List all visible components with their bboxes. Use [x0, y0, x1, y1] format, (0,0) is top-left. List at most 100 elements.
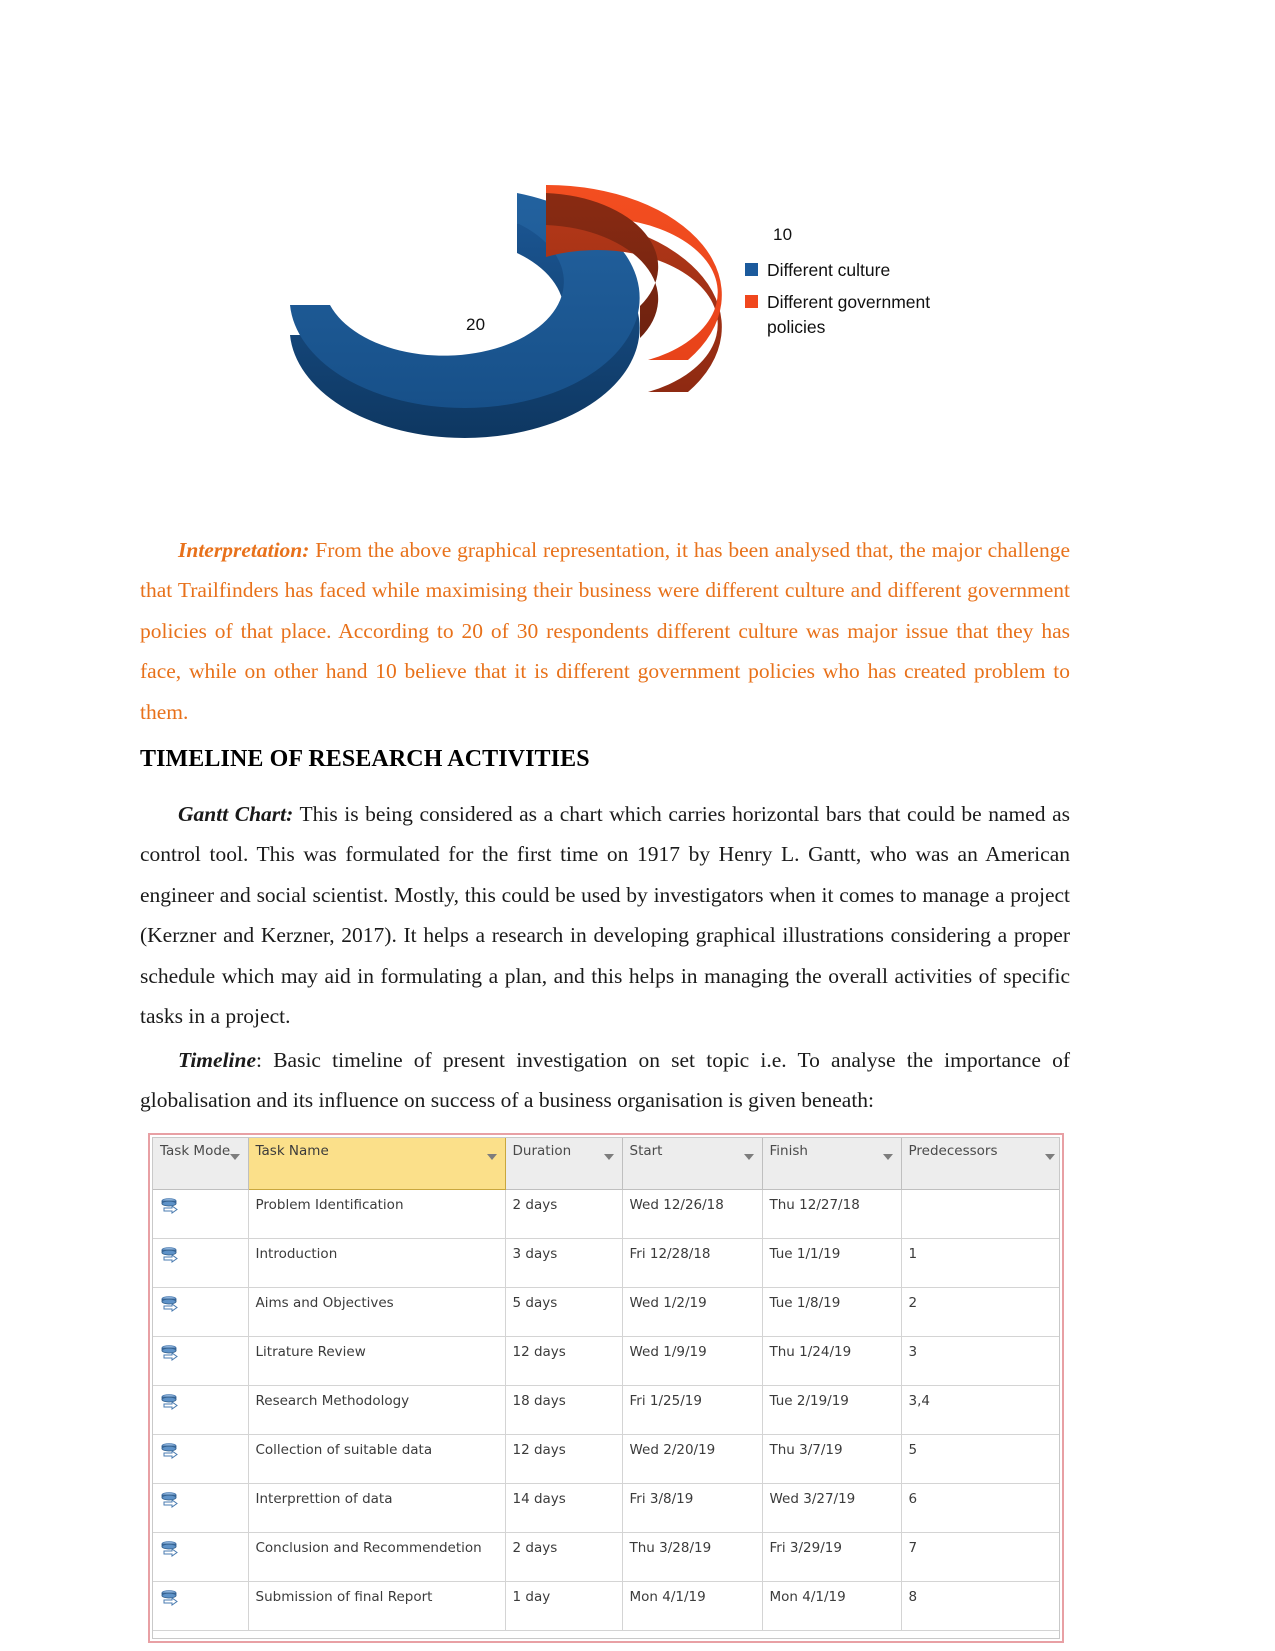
table-row[interactable]: Submission of final Report 1 day Mon 4/1/1… [153, 1581, 1059, 1631]
cell-duration[interactable]: 12 days [505, 1336, 623, 1386]
table-header-row: Task Mode Task Name Duration Start Finis… [153, 1138, 1059, 1190]
cell-duration[interactable]: 18 days [505, 1385, 623, 1435]
cell-start[interactable]: Fri 1/25/19 [622, 1385, 763, 1435]
cell-predecessors[interactable]: 3,4 [901, 1385, 1059, 1435]
column-header-label: Task Name [255, 1143, 329, 1159]
cell-finish[interactable]: Tue 2/19/19 [762, 1385, 902, 1435]
gantt-lead: Gantt Chart: [178, 801, 294, 826]
cell-task-mode[interactable] [153, 1581, 249, 1631]
auto-schedule-icon [161, 1590, 178, 1606]
cell-finish[interactable]: Tue 1/1/19 [762, 1238, 902, 1288]
cell-predecessors[interactable]: 3 [901, 1336, 1059, 1386]
cell-task-mode[interactable] [153, 1287, 249, 1337]
cell-predecessors[interactable]: 1 [901, 1238, 1059, 1288]
pie-chart: 20 10 Different culture Different govern… [140, 150, 1080, 450]
gantt-table-screenshot: Task Mode Task Name Duration Start Finis… [148, 1133, 1064, 1643]
column-header-label: Finish [769, 1143, 808, 1159]
interpretation-body: From the above graphical representation,… [140, 537, 1070, 724]
table-row[interactable]: Interprettion of data 14 days Fri 3/8/19 We… [153, 1483, 1059, 1533]
cell-task-name[interactable]: Aims and Objectives [248, 1287, 506, 1337]
auto-schedule-icon [161, 1492, 178, 1508]
cell-start[interactable]: Fri 3/8/19 [622, 1483, 763, 1533]
cell-start[interactable]: Wed 1/2/19 [622, 1287, 763, 1337]
cell-start[interactable]: Fri 12/28/18 [622, 1238, 763, 1288]
cell-duration[interactable]: 12 days [505, 1434, 623, 1484]
cell-task-mode[interactable] [153, 1532, 249, 1582]
column-header-finish[interactable]: Finish [762, 1138, 902, 1190]
doughnut-svg [290, 184, 722, 438]
cell-predecessors[interactable]: 6 [901, 1483, 1059, 1533]
cell-task-name[interactable]: Research Methodology [248, 1385, 506, 1435]
cell-predecessors[interactable] [901, 1189, 1059, 1239]
cell-predecessors[interactable]: 5 [901, 1434, 1059, 1484]
legend-item-different-government-policies: Different government policies [745, 290, 1075, 341]
legend-swatch-icon [745, 263, 758, 276]
cell-finish[interactable]: Thu 12/27/18 [762, 1189, 902, 1239]
cell-duration[interactable]: 5 days [505, 1287, 623, 1337]
chevron-down-icon[interactable] [486, 1154, 497, 1160]
cell-task-name[interactable]: Problem Identification [248, 1189, 506, 1239]
cell-finish[interactable]: Fri 3/29/19 [762, 1532, 902, 1582]
table-row[interactable]: Conclusion and Recommendetion 2 days Thu 3… [153, 1532, 1059, 1582]
auto-schedule-icon [161, 1198, 178, 1214]
cell-duration[interactable]: 3 days [505, 1238, 623, 1288]
legend-label: Different culture [767, 260, 891, 280]
legend-item-different-culture: Different culture [745, 258, 1075, 284]
cell-start[interactable]: Wed 2/20/19 [622, 1434, 763, 1484]
interpretation-lead: Interpretation: [178, 537, 310, 562]
cell-task-name[interactable]: Litrature Review [248, 1336, 506, 1386]
document-page: 20 10 Different culture Different govern… [0, 0, 1275, 1651]
cell-start[interactable]: Wed 1/9/19 [622, 1336, 763, 1386]
timeline-lead: Timeline [178, 1047, 257, 1072]
data-label-blue: 20 [466, 315, 486, 334]
cell-duration[interactable]: 2 days [505, 1532, 623, 1582]
cell-task-name[interactable]: Conclusion and Recommendetion [248, 1532, 506, 1582]
cell-finish[interactable]: Tue 1/8/19 [762, 1287, 902, 1337]
chevron-down-icon[interactable] [603, 1154, 614, 1160]
cell-predecessors[interactable]: 2 [901, 1287, 1059, 1337]
table-row[interactable]: Collection of suitable data 12 days Wed 2/… [153, 1434, 1059, 1484]
column-header-label: Predecessors [908, 1143, 998, 1159]
cell-task-mode[interactable] [153, 1434, 249, 1484]
column-header-predecessors[interactable]: Predecessors [901, 1138, 1059, 1190]
cell-duration[interactable]: 2 days [505, 1189, 623, 1239]
cell-finish[interactable]: Thu 3/7/19 [762, 1434, 902, 1484]
section-heading-timeline: TIMELINE OF RESEARCH ACTIVITIES [140, 745, 590, 772]
table-row[interactable]: Aims and Objectives 5 days Wed 1/2/19 Tue 1… [153, 1287, 1059, 1337]
cell-task-mode[interactable] [153, 1336, 249, 1386]
cell-finish[interactable]: Thu 1/24/19 [762, 1336, 902, 1386]
gantt-body: This is being considered as a chart whic… [140, 801, 1071, 1029]
cell-task-name[interactable]: Interprettion of data [248, 1483, 506, 1533]
table-row[interactable]: Introduction 3 days Fri 12/28/18 Tue 1/1/19… [153, 1238, 1059, 1288]
column-header-task-name[interactable]: Task Name [247, 1138, 506, 1190]
cell-predecessors[interactable]: 7 [901, 1532, 1059, 1582]
chevron-down-icon[interactable] [1044, 1154, 1055, 1160]
cell-task-mode[interactable] [153, 1483, 249, 1533]
cell-task-mode[interactable] [153, 1238, 249, 1288]
chevron-down-icon[interactable] [882, 1154, 893, 1160]
cell-start[interactable]: Thu 3/28/19 [622, 1532, 763, 1582]
auto-schedule-icon [161, 1296, 178, 1312]
cell-task-name[interactable]: Introduction [248, 1238, 506, 1288]
cell-task-name[interactable]: Submission of final Report [248, 1581, 506, 1631]
column-header-task-mode[interactable]: Task Mode [153, 1138, 249, 1190]
table-row[interactable]: Problem Identification 2 days Wed 12/26/18… [153, 1189, 1059, 1239]
cell-start[interactable]: Mon 4/1/19 [622, 1581, 763, 1631]
column-header-label: Duration [512, 1143, 572, 1159]
cell-task-name[interactable]: Collection of suitable data [248, 1434, 506, 1484]
chevron-down-icon[interactable] [743, 1154, 754, 1160]
column-header-duration[interactable]: Duration [505, 1138, 623, 1190]
cell-duration[interactable]: 14 days [505, 1483, 623, 1533]
cell-task-mode[interactable] [153, 1189, 249, 1239]
column-header-start[interactable]: Start [622, 1138, 763, 1190]
table-row[interactable]: Research Methodology 18 days Fri 1/25/19 Tu… [153, 1385, 1059, 1435]
cell-predecessors[interactable]: 8 [901, 1581, 1059, 1631]
chevron-down-icon[interactable] [229, 1154, 240, 1160]
cell-finish[interactable]: Wed 3/27/19 [762, 1483, 902, 1533]
table-row[interactable]: Litrature Review 12 days Wed 1/9/19 Thu 1/2… [153, 1336, 1059, 1386]
cell-finish[interactable]: Mon 4/1/19 [762, 1581, 902, 1631]
cell-start[interactable]: Wed 12/26/18 [622, 1189, 763, 1239]
auto-schedule-icon [161, 1394, 178, 1410]
cell-duration[interactable]: 1 day [505, 1581, 623, 1631]
cell-task-mode[interactable] [153, 1385, 249, 1435]
